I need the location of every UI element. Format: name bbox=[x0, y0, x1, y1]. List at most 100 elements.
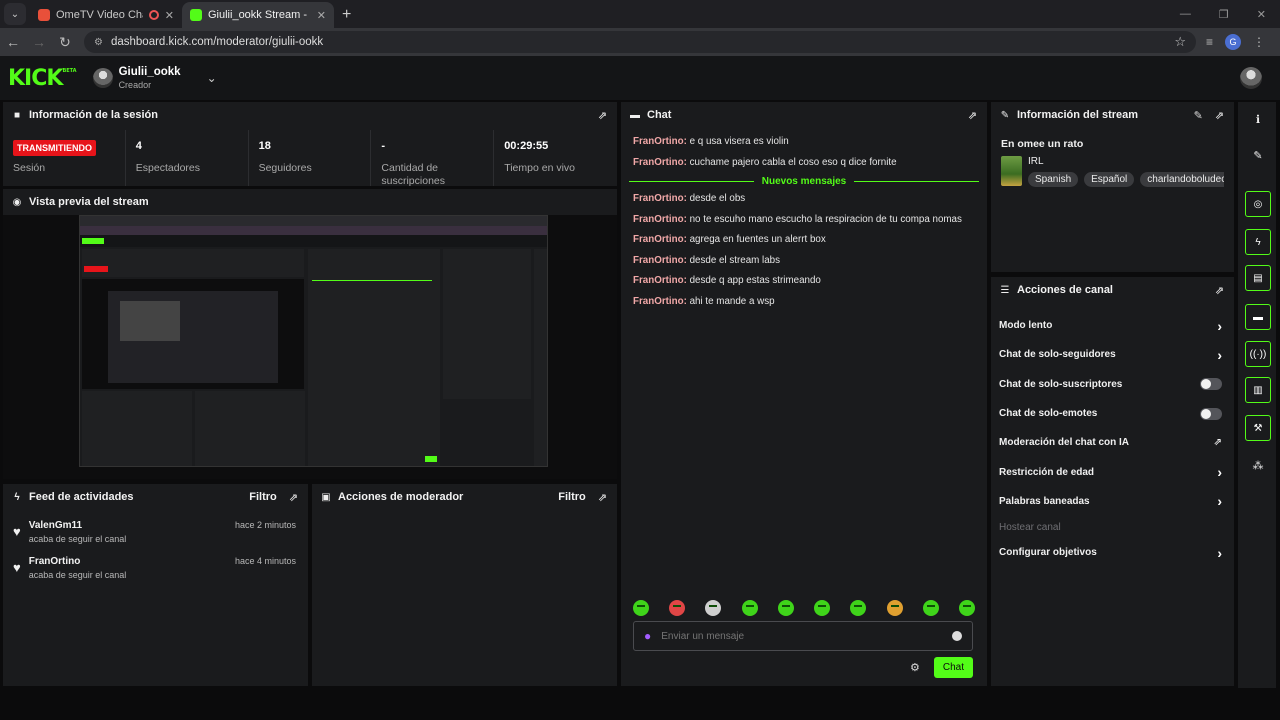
stream-category: IRL bbox=[1028, 156, 1044, 167]
action-age-restriction[interactable]: Restricción de edad › bbox=[991, 457, 1234, 486]
chat-username[interactable]: FranOrtino: bbox=[633, 234, 687, 245]
filter-button[interactable]: Filtro bbox=[558, 491, 586, 503]
activity-item: ♥ ValenGm11 acaba de seguir el canal hac… bbox=[3, 514, 308, 550]
wrench-icon[interactable]: ⚒ bbox=[1245, 415, 1271, 441]
panel-title: Feed de actividades bbox=[29, 491, 134, 503]
emote-icon[interactable] bbox=[669, 600, 686, 616]
heart-icon: ♥ bbox=[13, 560, 21, 575]
chat-username[interactable]: FranOrtino: bbox=[633, 157, 687, 168]
subscribers-only-toggle[interactable] bbox=[1200, 378, 1222, 391]
info-icon[interactable]: ℹ bbox=[1245, 106, 1271, 132]
filter-button[interactable]: Filtro bbox=[249, 491, 277, 503]
new-tab-button[interactable]: + bbox=[342, 6, 351, 24]
close-window-icon[interactable]: ✕ bbox=[1257, 8, 1266, 21]
channel-switcher[interactable]: Giulii_ookk Creador ⌄ bbox=[92, 66, 217, 90]
activity-item: ♥ FranOrtino acaba de seguir el canal ha… bbox=[3, 550, 308, 586]
chat-bubble-icon[interactable]: ▬ bbox=[1245, 304, 1271, 330]
minimize-icon[interactable]: — bbox=[1180, 8, 1191, 20]
wrench-icon: ✎ bbox=[1000, 109, 1010, 121]
shield-icon: ▣ bbox=[321, 491, 331, 503]
document-icon[interactable]: ▤ bbox=[1245, 265, 1271, 291]
chat-message-input[interactable] bbox=[661, 630, 952, 642]
chat-message: FranOrtino: agrega en fuentes un alerrt … bbox=[633, 233, 975, 247]
bookmark-star-icon[interactable]: ☆ bbox=[1174, 34, 1186, 50]
browser-menu-icon[interactable]: ⋮ bbox=[1253, 35, 1265, 49]
chat-username[interactable]: FranOrtino: bbox=[633, 255, 687, 266]
tab-search-button[interactable]: ⌄ bbox=[4, 3, 26, 25]
microphone-icon[interactable]: ● bbox=[644, 629, 651, 643]
emote-icon[interactable] bbox=[633, 600, 649, 616]
chat-message: FranOrtino: no te escuho mano escucho la… bbox=[633, 213, 975, 227]
activity-user[interactable]: ValenGm11 bbox=[29, 520, 235, 531]
stream-preview-video[interactable] bbox=[79, 215, 548, 467]
media-control-icon[interactable]: ≡ bbox=[1206, 35, 1213, 49]
chat-username[interactable]: FranOrtino: bbox=[633, 136, 687, 147]
forward-icon[interactable]: → bbox=[26, 34, 52, 50]
tab-title: Giulii_ookk Stream - Kick Dashboard bbox=[208, 9, 311, 21]
action-banned-words[interactable]: Palabras baneadas › bbox=[991, 487, 1234, 516]
panel-title: Vista previa del stream bbox=[29, 196, 149, 208]
sliders-icon: ☰ bbox=[1000, 284, 1010, 296]
profile-avatar[interactable]: G bbox=[1225, 34, 1242, 50]
chat-username[interactable]: FranOrtino: bbox=[633, 193, 687, 204]
back-icon[interactable]: ← bbox=[0, 34, 26, 50]
popout-icon[interactable]: ⇗ bbox=[1215, 109, 1224, 122]
popout-icon[interactable]: ⇗ bbox=[598, 491, 607, 504]
share-nodes-icon[interactable]: ⁂ bbox=[1245, 452, 1271, 478]
emote-icon[interactable] bbox=[886, 600, 903, 616]
url-field[interactable]: ⚙ dashboard.kick.com/moderator/giulii-oo… bbox=[84, 31, 1196, 53]
chat-input-box: ● bbox=[633, 621, 973, 651]
address-bar: ← → ↻ ⚙ dashboard.kick.com/moderator/giu… bbox=[0, 28, 1280, 56]
channel-role: Creador bbox=[118, 80, 152, 90]
tab-kick-dashboard[interactable]: Giulii_ookk Stream - Kick Dashboard ✕ bbox=[182, 2, 334, 28]
close-tab-icon[interactable]: ✕ bbox=[317, 9, 326, 22]
popout-icon[interactable]: ⇗ bbox=[289, 491, 298, 504]
popout-icon[interactable]: ⇗ bbox=[968, 109, 977, 122]
stat-viewers: 4 Espectadores bbox=[126, 130, 249, 186]
site-info-icon[interactable]: ⚙ bbox=[94, 37, 103, 48]
tab-ometv[interactable]: OmeTV Video Chat — Omegle ✕ bbox=[30, 2, 182, 28]
chat-text: e q usa visera es violin bbox=[686, 136, 789, 147]
stat-subscriptions: - Cantidad de suscripciones bbox=[371, 130, 495, 187]
stat-value: - bbox=[381, 140, 386, 152]
emote-icon[interactable] bbox=[814, 600, 831, 616]
emote-icon[interactable] bbox=[777, 600, 794, 616]
edit-pencil-icon[interactable]: ✎ bbox=[1194, 109, 1203, 122]
action-ai-moderation[interactable]: Moderación del chat con IA ⇗ bbox=[991, 428, 1234, 457]
emote-icon[interactable] bbox=[850, 600, 867, 616]
lightning-icon: ϟ bbox=[14, 491, 20, 503]
restore-icon[interactable]: ❐ bbox=[1219, 8, 1229, 21]
chat-username[interactable]: FranOrtino: bbox=[633, 296, 687, 307]
emote-icon[interactable] bbox=[922, 600, 939, 616]
action-configure-goals[interactable]: Configurar objetivos › bbox=[991, 538, 1234, 567]
scan-icon[interactable]: ◎ bbox=[1245, 191, 1271, 217]
emote-icon[interactable] bbox=[741, 600, 758, 616]
broadcast-icon[interactable]: ((·)) bbox=[1245, 341, 1271, 367]
emotes-only-toggle[interactable] bbox=[1200, 407, 1222, 420]
emote-icon[interactable] bbox=[958, 600, 975, 616]
preview-thumbnail-icon bbox=[80, 216, 547, 466]
popout-icon[interactable]: ⇗ bbox=[1215, 284, 1224, 297]
action-followers-only[interactable]: Chat de solo-seguidores › bbox=[991, 340, 1234, 369]
chat-settings-gear-icon[interactable]: ⚙ bbox=[910, 661, 920, 674]
pencil-icon[interactable]: ✎ bbox=[1245, 142, 1271, 168]
kick-logo[interactable]: KICKBETA bbox=[8, 66, 77, 91]
layout-icon[interactable]: ▥ bbox=[1245, 377, 1271, 403]
popout-icon[interactable]: ⇗ bbox=[598, 109, 607, 122]
close-tab-icon[interactable]: ✕ bbox=[165, 9, 174, 22]
stream-info-panel: ✎ Información del stream ✎ ⇗ En omee un … bbox=[991, 102, 1234, 272]
stat-followers: 18 Seguidores bbox=[249, 130, 372, 186]
session-info-panel: ■ Información de la sesión ⇗ TRANSMITIEN… bbox=[3, 102, 617, 187]
chat-messages: FranOrtino: e q usa visera es violin Fra… bbox=[621, 128, 987, 319]
chevron-down-icon[interactable]: ⌄ bbox=[207, 71, 217, 85]
emoji-picker-icon[interactable] bbox=[952, 631, 962, 641]
activity-user[interactable]: FranOrtino bbox=[29, 556, 235, 567]
reload-icon[interactable]: ↻ bbox=[52, 34, 78, 51]
chat-username[interactable]: FranOrtino: bbox=[633, 214, 687, 225]
action-slow-mode[interactable]: Modo lento › bbox=[991, 311, 1234, 340]
lightning-icon[interactable]: ϟ bbox=[1245, 229, 1271, 255]
emote-icon[interactable] bbox=[705, 600, 722, 616]
account-avatar[interactable] bbox=[1240, 67, 1262, 89]
chat-username[interactable]: FranOrtino: bbox=[633, 275, 687, 286]
send-chat-button[interactable]: Chat bbox=[933, 657, 973, 678]
